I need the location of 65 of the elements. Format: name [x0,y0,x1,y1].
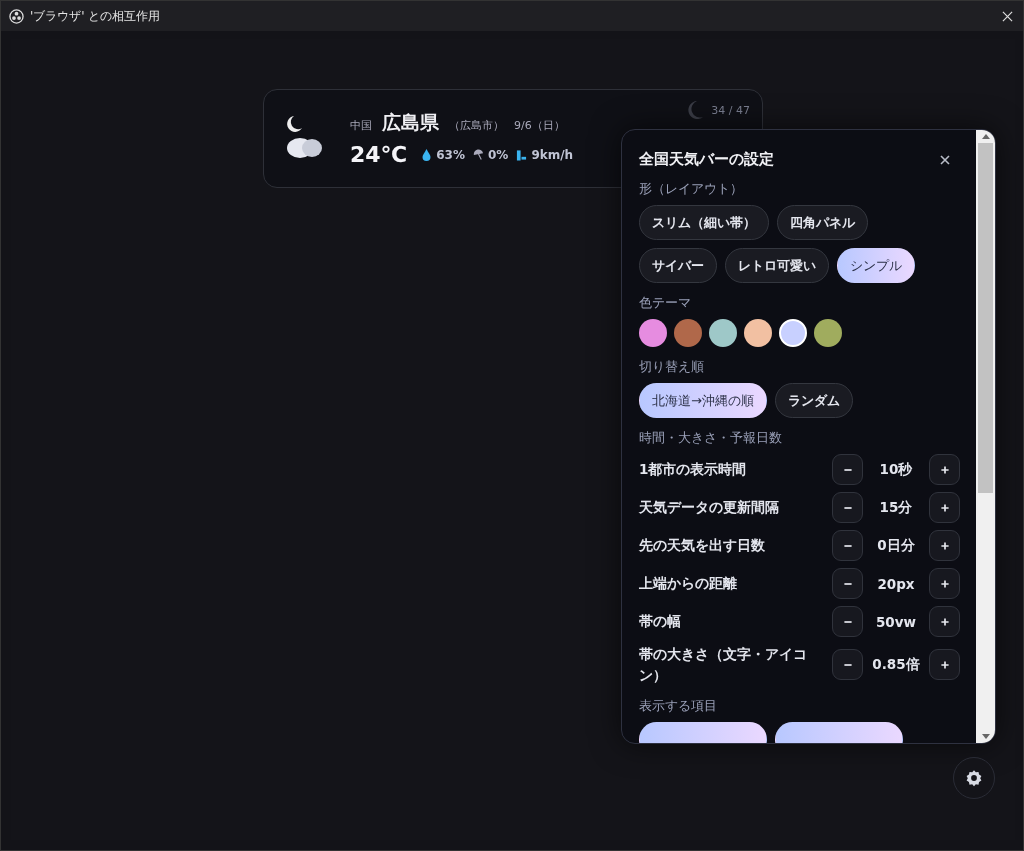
scrollbar-thumb[interactable] [978,143,993,493]
city-name: （広島市） [449,118,504,133]
date-label: 9/6（日） [514,118,565,133]
plus-icon [938,615,951,628]
section-label: 表示する項目 [639,696,718,715]
order-option[interactable]: 北海道→沖縄の順 [639,383,767,418]
setting-value: 0日分 [876,536,916,555]
section-label: 形（レイアウト） [639,180,744,198]
section-label: 切り替え順 [639,358,705,376]
section-label: 色テーマ [639,294,692,312]
region-label: 中国 [350,118,372,133]
increase-button[interactable] [929,530,960,561]
layout-option[interactable]: レトロ可愛い [725,248,829,283]
layout-option[interactable]: シンプル [837,248,915,283]
theme-swatch[interactable] [674,319,702,347]
settings-icon [965,769,983,787]
prefecture-name: 広島県 [382,110,439,135]
umbrella-icon [473,148,484,161]
setting-value: 15分 [878,498,914,517]
setting-value: 0.85倍 [871,655,921,674]
order-option[interactable]: ランダム [774,383,853,418]
setting-value: 50vw [874,613,918,630]
increase-button[interactable] [929,568,960,599]
setting-value: 20px [876,575,916,592]
plus-icon [938,539,951,552]
droplet-icon [421,148,433,161]
setting-label: 天気データの更新間隔 [639,498,780,518]
humidity-value: 63% [436,147,465,162]
plus-icon [938,577,951,590]
plus-icon [938,463,951,476]
increase-button[interactable] [929,492,960,523]
scroll-up-icon[interactable] [981,134,990,139]
precipitation-value: 0% [488,147,509,162]
plus-icon [938,501,951,514]
theme-swatch[interactable] [709,319,737,347]
setting-label: 1都市の表示時間 [639,460,748,480]
close-icon[interactable] [940,154,950,165]
city-counter: 34 / 47 [711,103,750,117]
increase-button[interactable] [929,454,960,485]
setting-label: 帯の大きさ（文字・アイコン） [639,645,808,685]
setting-label: 上端からの距離 [639,574,738,594]
plus-icon [938,658,951,671]
window-title: 'ブラウザ' との相互作用 [30,7,162,25]
wind-value: 9km/h [531,147,574,162]
app-logo-icon [9,8,24,24]
scrollbar[interactable] [976,130,995,743]
increase-button[interactable] [929,606,960,637]
setting-label: 帯の幅 [639,612,682,632]
theme-swatch[interactable] [814,319,842,347]
wind-icon [516,148,528,161]
theme-swatch[interactable] [639,319,667,347]
layout-option[interactable]: 四角パネル [777,205,868,240]
panel-title: 全国天気バーの設定 [639,150,774,169]
theme-swatch[interactable] [779,319,807,347]
close-icon[interactable] [1002,10,1013,22]
increase-button[interactable] [929,649,960,681]
theme-swatch[interactable] [744,319,772,347]
scroll-down-icon[interactable] [981,734,990,739]
temperature: 24℃ [350,142,408,167]
layout-option[interactable]: スリム（細い帯） [639,205,769,240]
setting-label: 先の天気を出す日数 [639,536,766,556]
layout-option[interactable]: サイバー [639,248,717,283]
settings-button[interactable] [953,757,995,799]
section-label: 時間・大きさ・予報日数 [639,429,783,447]
setting-value: 10秒 [878,460,914,479]
